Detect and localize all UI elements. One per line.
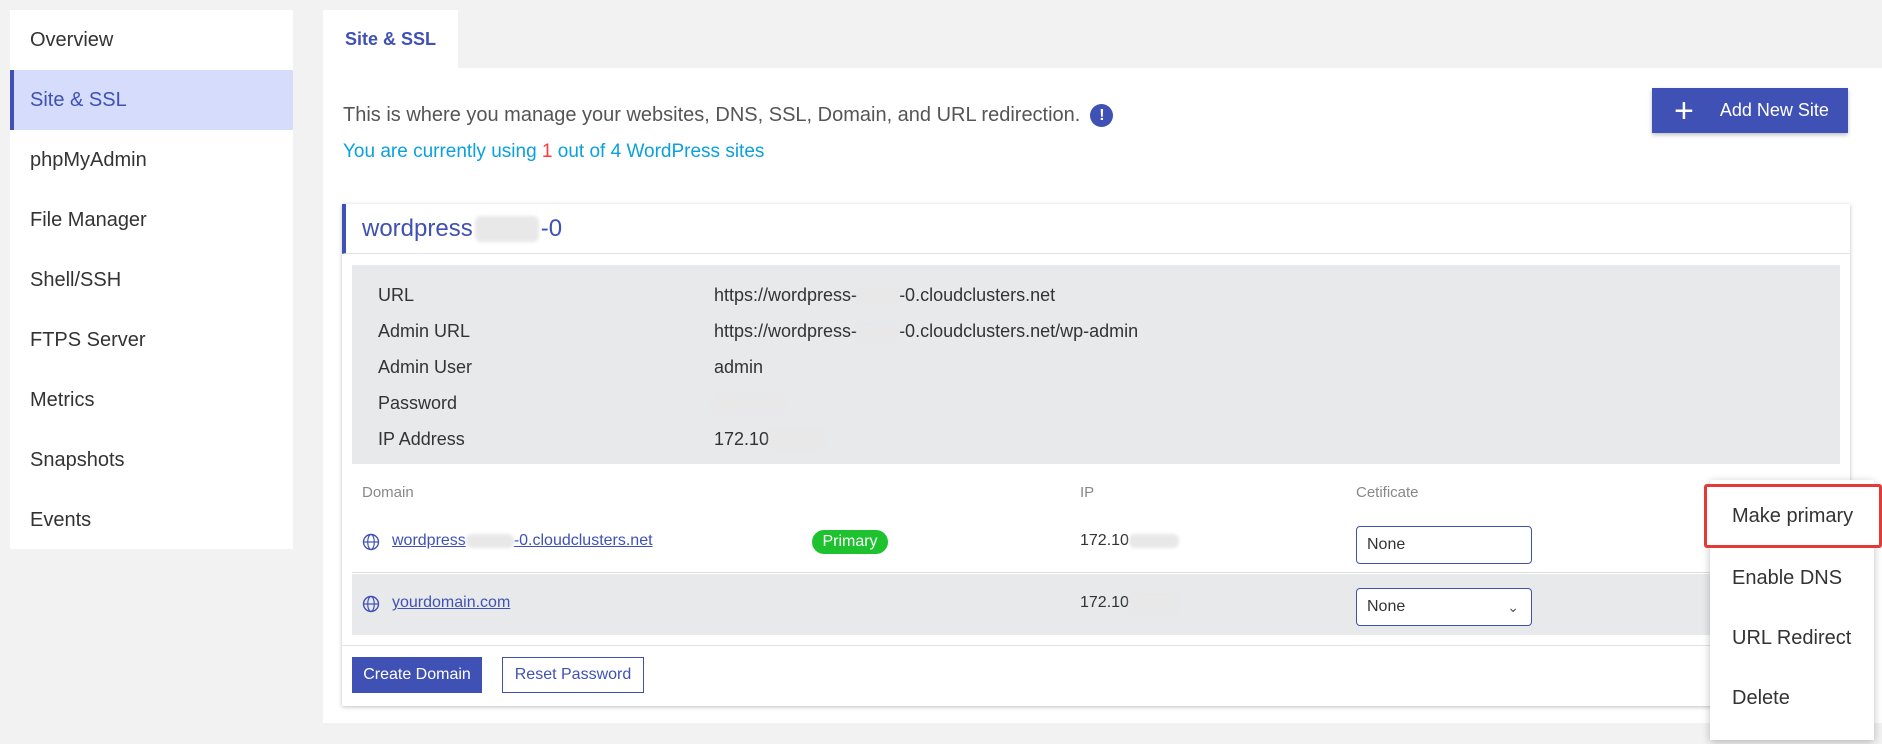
detail-value: https://wordpress- -0.cloudclusters.net [714, 285, 1055, 306]
detail-value-prefix: https://wordpress- [714, 320, 858, 341]
sidebar-item-shell-ssh[interactable]: Shell/SSH [10, 250, 293, 310]
domain-table-header: Domain IP Cetificate [352, 472, 1840, 512]
domain-ip: 172.10 [1080, 532, 1179, 550]
detail-value: admin [714, 356, 764, 377]
detail-value-prefix: 172.10 [714, 428, 770, 449]
site-card: wordpress -0 URL https://wordpress- -0.cl… [342, 204, 1850, 706]
globe-icon [362, 595, 380, 613]
sidebar-item-file-manager[interactable]: File Manager [10, 190, 293, 250]
menu-item-enable-dns[interactable]: Enable DNS [1710, 548, 1874, 608]
info-icon[interactable]: ! [1090, 104, 1114, 127]
domain-link[interactable]: wordpress -0.cloudclusters.net [392, 532, 653, 550]
redacted-blur [474, 215, 539, 242]
usage-count: 1 [541, 141, 553, 162]
sidebar: Overview Site & SSL phpMyAdmin File Mana… [10, 10, 293, 549]
column-domain: Domain [362, 484, 414, 501]
column-certificate: Cetificate [1356, 484, 1419, 501]
detail-value-prefix: https://wordpress- [714, 284, 858, 305]
detail-row-admin-url: Admin URL https://wordpress- -0.cloudclus… [352, 313, 1840, 349]
table-row: wordpress -0.cloudclusters.net Primary 17… [352, 512, 1840, 573]
site-title-prefix: wordpress [362, 214, 473, 242]
domain-ip: 172.10 [1080, 594, 1179, 612]
domain-ip-prefix: 172.10 [1080, 532, 1129, 549]
panel-description: This is where you manage your websites, … [343, 104, 1114, 127]
site-ssl-panel: This is where you manage your websites, … [323, 68, 1882, 723]
detail-value: https://wordpress- -0.cloudclusters.net/w… [714, 321, 1138, 342]
detail-label: Password [378, 392, 458, 413]
redacted-blur [769, 430, 824, 449]
description-text: This is where you manage your websites, … [343, 104, 1081, 126]
add-new-site-label: Add New Site [1719, 100, 1829, 120]
detail-value-suffix: -0.cloudclusters.net [899, 284, 1056, 305]
usage-text: You are currently using 1 out of 4 WordP… [343, 141, 764, 163]
column-ip: IP [1080, 484, 1095, 501]
menu-item-make-primary[interactable]: Make primary [1704, 484, 1882, 548]
chevron-down-icon: ⌄ [1507, 599, 1519, 615]
menu-item-delete[interactable]: Delete [1710, 668, 1874, 728]
site-title: wordpress -0 [342, 204, 1850, 254]
sidebar-item-overview[interactable]: Overview [10, 10, 293, 70]
primary-badge: Primary [812, 530, 888, 554]
sidebar-item-metrics[interactable]: Metrics [10, 370, 293, 430]
sidebar-item-phpmyadmin[interactable]: phpMyAdmin [10, 130, 293, 190]
site-title-suffix: -0 [540, 214, 563, 242]
detail-value [714, 393, 784, 414]
detail-row-admin-user: Admin User admin [352, 349, 1840, 385]
redacted-blur [465, 533, 514, 548]
table-row: yourdomain.com 172.10 None ⌄ [352, 574, 1840, 635]
reset-password-button[interactable]: Reset Password [502, 657, 644, 693]
detail-label: IP Address [378, 428, 465, 449]
add-new-site-button[interactable]: + Add New Site [1652, 88, 1848, 133]
plus-icon: + [1674, 91, 1694, 130]
domain-suffix: -0.cloudclusters.net [513, 532, 653, 549]
card-footer: Create Domain Reset Password [342, 645, 1850, 706]
certificate-select[interactable]: None ⌄ [1356, 588, 1532, 626]
redacted-blur [857, 288, 900, 303]
domain-context-menu: Make primary Enable DNS URL Redirect Del… [1704, 480, 1882, 740]
tab-site-ssl[interactable]: Site & SSL [323, 10, 458, 68]
usage-prefix: You are currently using [343, 141, 542, 162]
certificate-value: None [1367, 598, 1406, 615]
redacted-blur [857, 324, 900, 339]
redacted-blur [1128, 533, 1179, 548]
detail-label: Admin User [378, 356, 473, 377]
detail-row-password: Password [352, 385, 1840, 421]
sidebar-item-ftps-server[interactable]: FTPS Server [10, 310, 293, 370]
main-content: Site & SSL This is where you manage your… [323, 10, 1882, 723]
usage-suffix: out of 4 WordPress sites [552, 141, 765, 162]
redacted-blur [714, 395, 784, 412]
sidebar-item-site-ssl[interactable]: Site & SSL [10, 70, 293, 130]
globe-icon [362, 533, 380, 551]
sidebar-item-snapshots[interactable]: Snapshots [10, 430, 293, 490]
sidebar-item-events[interactable]: Events [10, 490, 293, 550]
menu-item-url-redirect[interactable]: URL Redirect [1710, 608, 1874, 668]
detail-label: URL [378, 284, 415, 305]
domain-prefix: wordpress [392, 532, 466, 549]
site-details: URL https://wordpress- -0.cloudclusters.n… [352, 265, 1840, 464]
detail-row-ip-address: IP Address 172.10 [352, 421, 1840, 457]
redacted-blur [1128, 594, 1179, 612]
certificate-select[interactable]: None [1356, 526, 1532, 564]
detail-value: 172.10 [714, 428, 824, 450]
domain-link[interactable]: yourdomain.com [392, 594, 510, 612]
domain-ip-prefix: 172.10 [1080, 594, 1129, 612]
detail-value-suffix: -0.cloudclusters.net/wp-admin [899, 320, 1139, 341]
detail-label: Admin URL [378, 320, 471, 341]
create-domain-button[interactable]: Create Domain [352, 657, 482, 693]
detail-row-url: URL https://wordpress- -0.cloudclusters.n… [352, 277, 1840, 313]
